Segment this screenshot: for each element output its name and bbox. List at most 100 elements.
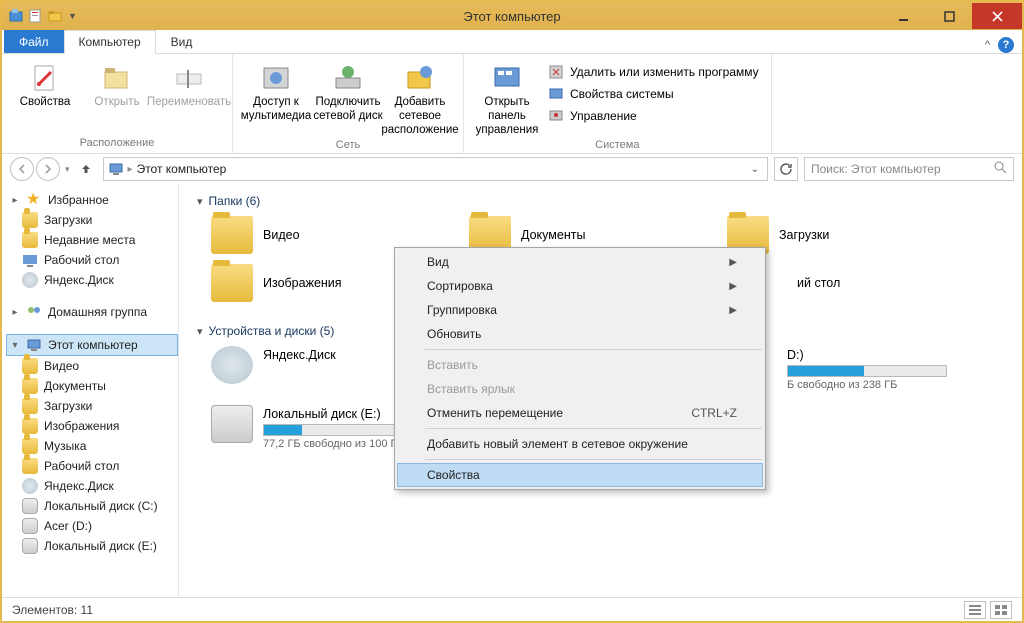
- cloud-drive-icon: [211, 346, 253, 384]
- system-properties-button[interactable]: Свойства системы: [544, 84, 763, 104]
- ribbon: Свойства Открыть Переименовать Расположе…: [2, 54, 1022, 154]
- nav-history-dropdown[interactable]: ▾: [62, 164, 73, 175]
- details-view-button[interactable]: [964, 601, 986, 619]
- media-icon: [260, 62, 292, 94]
- map-drive-button[interactable]: Подключить сетевой диск: [313, 58, 383, 124]
- search-input[interactable]: Поиск: Этот компьютер: [804, 157, 1014, 181]
- sidebar-item-downloads2[interactable]: Загрузки: [6, 396, 178, 416]
- new-folder-qat-icon[interactable]: [48, 8, 64, 24]
- close-button[interactable]: [972, 3, 1022, 29]
- status-bar: Элементов: 11: [2, 597, 1022, 621]
- sidebar-item-music[interactable]: Музыка: [6, 436, 178, 456]
- manage-button[interactable]: Управление: [544, 106, 763, 126]
- sidebar-item-drive-d[interactable]: Acer (D:): [6, 516, 178, 536]
- open-button[interactable]: Открыть: [82, 58, 152, 110]
- chevron-down-icon: ▾: [197, 325, 203, 338]
- sidebar-homegroup[interactable]: ▸Домашняя группа: [6, 302, 178, 322]
- titlebar: ▼ Этот компьютер: [2, 2, 1022, 30]
- context-menu: Вид▶ Сортировка▶ Группировка▶ Обновить В…: [394, 247, 766, 490]
- media-access-button[interactable]: Доступ к мультимедиа: [241, 58, 311, 124]
- properties-icon: [29, 62, 61, 94]
- rename-icon: [173, 62, 205, 94]
- qat-dropdown-icon[interactable]: ▼: [68, 11, 77, 21]
- sidebar-item-yandex2[interactable]: Яндекс.Диск: [6, 476, 178, 496]
- sidebar-item-recent[interactable]: Недавние места: [6, 230, 178, 250]
- nav-forward-button[interactable]: [36, 157, 60, 181]
- sidebar-item-desktop[interactable]: Рабочий стол: [6, 250, 178, 270]
- cm-add-network[interactable]: Добавить новый элемент в сетевое окружен…: [397, 432, 763, 456]
- sidebar-item-documents[interactable]: Документы: [6, 376, 178, 396]
- address-dropdown-icon[interactable]: ⌄: [747, 164, 763, 175]
- ribbon-group-location: Свойства Открыть Переименовать Расположе…: [2, 54, 233, 153]
- cm-paste-shortcut: Вставить ярлык: [397, 377, 763, 401]
- add-network-location-button[interactable]: Добавить сетевое расположение: [385, 58, 455, 137]
- manage-icon: [548, 108, 564, 124]
- drive-icon: [211, 405, 253, 443]
- menu-separator: [425, 459, 762, 460]
- maximize-button[interactable]: [926, 3, 972, 29]
- submenu-arrow-icon: ▶: [729, 281, 737, 292]
- app-icon: [8, 8, 24, 24]
- navigation-pane: ▸★Избранное Загрузки Недавние места Рабо…: [2, 184, 179, 597]
- rename-button[interactable]: Переименовать: [154, 58, 224, 110]
- cloud-icon: [22, 272, 38, 288]
- star-icon: ★: [26, 192, 42, 208]
- submenu-arrow-icon: ▶: [729, 257, 737, 268]
- cm-undo-move[interactable]: Отменить перемещениеCTRL+Z: [397, 401, 763, 425]
- search-icon: [994, 161, 1007, 177]
- cm-sort[interactable]: Сортировка▶: [397, 274, 763, 298]
- drive-d-cut[interactable]: D:) Б свободно из 238 ГБ: [771, 346, 1022, 391]
- homegroup-icon: [26, 304, 42, 320]
- folder-icon: [22, 232, 38, 248]
- cm-group[interactable]: Группировка▶: [397, 298, 763, 322]
- collapse-ribbon-icon[interactable]: ^: [985, 40, 990, 51]
- sidebar-item-drive-e[interactable]: Локальный диск (E:): [6, 536, 178, 556]
- folder-icon: [211, 264, 253, 302]
- nav-up-button[interactable]: [75, 158, 97, 180]
- icons-view-button[interactable]: [990, 601, 1012, 619]
- refresh-button[interactable]: [774, 157, 798, 181]
- folder-icon: [211, 216, 253, 254]
- sidebar-item-yandex[interactable]: Яндекс.Диск: [6, 270, 178, 290]
- minimize-button[interactable]: [880, 3, 926, 29]
- drive-icon: [22, 518, 38, 534]
- quick-access-toolbar: ▼: [8, 8, 77, 24]
- tab-file[interactable]: Файл: [4, 30, 64, 53]
- cm-view[interactable]: Вид▶: [397, 250, 763, 274]
- sidebar-this-pc[interactable]: ▾Этот компьютер: [6, 334, 178, 356]
- this-pc-icon: [108, 161, 124, 177]
- uninstall-icon: [548, 64, 564, 80]
- sidebar-item-pictures[interactable]: Изображения: [6, 416, 178, 436]
- tab-view[interactable]: Вид: [156, 30, 208, 53]
- properties-button[interactable]: Свойства: [10, 58, 80, 110]
- sidebar-item-video[interactable]: Видео: [6, 356, 178, 376]
- sidebar-item-drive-c[interactable]: Локальный диск (C:): [6, 496, 178, 516]
- navigation-bar: ▾ ▸ Этот компьютер ⌄ Поиск: Этот компьют…: [2, 154, 1022, 184]
- address-bar[interactable]: ▸ Этот компьютер ⌄: [103, 157, 768, 181]
- cm-paste: Вставить: [397, 353, 763, 377]
- sidebar-item-desktop2[interactable]: Рабочий стол: [6, 456, 178, 476]
- cm-properties[interactable]: Свойства: [397, 463, 763, 487]
- cm-refresh[interactable]: Обновить: [397, 322, 763, 346]
- net-location-icon: [404, 62, 436, 94]
- folder-icon: [22, 358, 38, 374]
- breadcrumb[interactable]: Этот компьютер: [137, 162, 227, 176]
- sidebar-favorites[interactable]: ▸★Избранное: [6, 190, 178, 210]
- folder-icon: [22, 438, 38, 454]
- help-icon[interactable]: ?: [998, 37, 1014, 53]
- uninstall-programs-button[interactable]: Удалить или изменить программу: [544, 62, 763, 82]
- folder-icon: [22, 458, 38, 474]
- sidebar-item-downloads[interactable]: Загрузки: [6, 210, 178, 230]
- control-panel-button[interactable]: Открыть панель управления: [472, 58, 542, 137]
- ribbon-tabs: Файл Компьютер Вид ^ ?: [2, 30, 1022, 54]
- open-icon: [101, 62, 133, 94]
- ribbon-group-network: Доступ к мультимедиа Подключить сетевой …: [233, 54, 464, 153]
- folder-icon: [22, 398, 38, 414]
- submenu-arrow-icon: ▶: [729, 305, 737, 316]
- folders-section-header[interactable]: ▾Папки (6): [197, 194, 1004, 208]
- properties-qat-icon[interactable]: [28, 8, 44, 24]
- chevron-right-icon: ▸: [10, 307, 20, 318]
- nav-back-button[interactable]: [10, 157, 34, 181]
- tab-computer[interactable]: Компьютер: [64, 30, 156, 54]
- drive-icon: [22, 498, 38, 514]
